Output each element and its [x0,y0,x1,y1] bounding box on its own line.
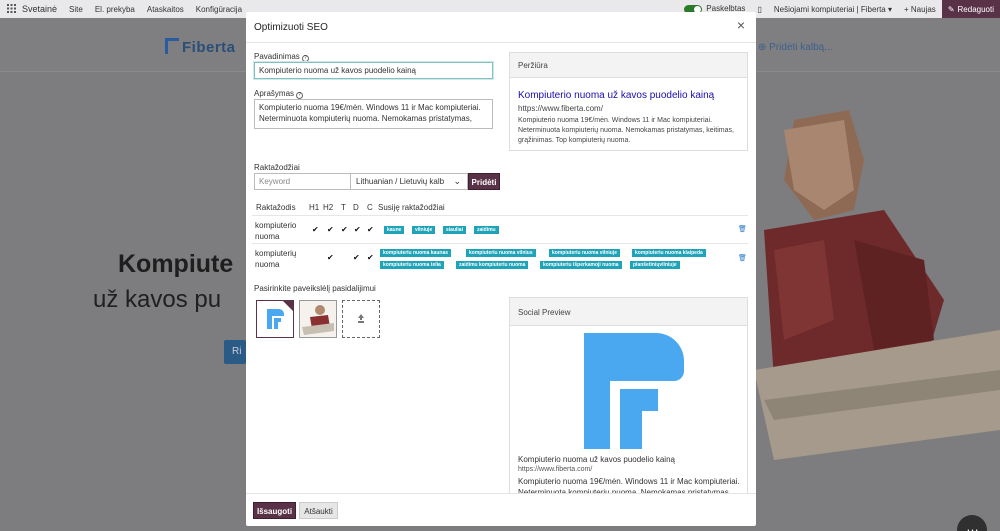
hero-subheading: už kavos pu [93,286,222,313]
save-button[interactable]: Išsaugoti [253,502,296,519]
related-tag[interactable]: siauliai [443,226,466,234]
check-icon: ✔ [367,253,374,262]
related-tag[interactable]: kompiuteriu nuoma kaunas [380,249,452,257]
related-tag[interactable]: vilniuje [412,226,436,234]
check-icon: ✔ [367,225,374,234]
check-icon: ✔ [327,253,334,262]
language-select-value: Lithuanian / Lietuvių kalb [356,177,445,186]
col-c: C [367,203,373,212]
check-icon: ✔ [354,225,361,234]
add-language-label: Pridėti kalbą... [769,42,833,53]
check-icon: ✔ [341,225,348,234]
modal-footer: Išsaugoti Atšaukti [246,493,756,526]
divider [252,215,748,216]
related-tag[interactable]: zaidimu kompiuteriu nuoma [456,261,529,269]
related-tag[interactable]: kompiuteriu nuoma vilnius [466,249,536,257]
related-tag[interactable]: kompiuteriu nuoma telia [380,261,444,269]
preview-url: https://www.fiberta.com/ [518,104,603,113]
nav-config[interactable]: Konfigūracija [190,5,248,14]
hero-illustration [754,110,1000,460]
edit-label: Redaguoti [957,4,994,14]
help-icon[interactable]: ? [296,92,304,99]
nav-site[interactable]: Site [63,5,89,14]
keyword-cell: kompiuterio nuoma [255,221,297,241]
fiberta-logo-icon [165,38,179,54]
new-label: Naujas [910,4,936,14]
keyword-input[interactable] [254,173,350,190]
edit-button[interactable]: ✎ Redaguoti [941,0,1000,18]
related-tag[interactable]: kompiuteriu išperkamoji nuoma [540,261,622,269]
help-icon[interactable]: ? [301,55,309,62]
image-option-photo[interactable] [299,300,337,338]
name-label: Pavadinimas? [254,52,309,62]
website-logo: Fiberta [165,38,236,56]
hero-button[interactable]: Ri [224,340,246,364]
preview-header: Peržiūra [510,53,747,78]
apps-icon[interactable] [0,3,22,15]
nav-eshop[interactable]: El. prekyba [89,5,141,14]
hero-heading: Kompiute [118,250,234,278]
add-language-link[interactable]: ⊕ Pridėti kalbą... [758,42,833,53]
col-h2: H2 [323,203,334,212]
preview-title: Kompiuterio nuoma už kavos puodelio kain… [518,90,715,101]
image-option-logo[interactable] [256,300,294,338]
col-d: D [353,203,359,212]
name-input[interactable] [254,62,493,79]
related-tag[interactable]: kompiuteriu nuoma vilniuje [549,249,621,257]
keyword-cell: kompiuterių nuoma [255,249,297,269]
related-tag[interactable]: planšetiniųvilniuje [630,261,680,269]
col-h1: H1 [309,203,320,212]
col-related: Susiję raktažodžiai [378,203,445,212]
modal-header: Optimizuoti SEO × [246,12,756,43]
related-tag[interactable]: kompiuteriu nuoma klaipeda [632,249,706,257]
trash-icon[interactable]: 🗑 [738,255,747,262]
keywords-label: Raktažodžiai [254,163,300,172]
check-icon: ✔ [353,253,360,262]
page-selector-label: Nešiojami kompiuteriai | Fiberta [773,4,886,14]
description-textarea[interactable]: Kompiuterio nuoma 19€/mėn. Windows 11 ir… [254,99,493,129]
add-keyword-button[interactable]: Pridėti [468,173,500,190]
page-selector[interactable]: Nešiojami kompiuteriai | Fiberta ▾ [768,5,898,14]
chevron-down-icon: ⌄ [453,176,461,186]
col-t: T [341,203,346,212]
preview-description: Kompiuterio nuoma 19€/mėn. Windows 11 ir… [518,117,734,144]
photo-thumbnail [300,301,336,337]
description-label: Aprašymas? [254,89,304,99]
social-preview-title: Kompiuterio nuoma už kavos puodelio kain… [518,455,675,464]
social-preview-description: Kompiuterio nuoma 19€/mėn. Windows 11 ir… [518,477,740,493]
related-tag[interactable]: kaune [384,226,405,234]
selected-check-icon [283,301,293,311]
seo-modal: Optimizuoti SEO × Pavadinimas? Aprašymas… [246,12,756,526]
image-picker-label: Pasirinkite paveikslėlį pasidalijimui [254,284,376,293]
check-icon: ✔ [327,225,334,234]
related-tag[interactable]: zaidimu [474,226,499,234]
social-preview-panel: Social Preview Kompiuterio nuoma už kavo… [509,297,748,493]
description-label-text: Aprašymas [254,89,295,98]
upload-icon [358,314,364,323]
divider [252,243,748,244]
logo-text: Fiberta [182,39,236,56]
close-icon[interactable]: × [734,18,748,32]
nav-reports[interactable]: Ataskaitos [141,5,190,14]
name-label-text: Pavadinimas [254,52,300,61]
cancel-button[interactable]: Atšaukti [299,502,338,519]
col-keyword: Raktažodis [256,203,296,212]
new-button[interactable]: + Naujas [898,5,942,14]
language-select[interactable]: Lithuanian / Lietuvių kalb ⌄ [350,173,468,190]
search-preview-panel: Peržiūra Kompiuterio nuoma už kavos puod… [509,52,748,151]
fiberta-logo-icon [584,333,684,449]
upload-image-button[interactable] [342,300,380,338]
trash-icon[interactable]: 🗑 [738,226,747,233]
social-preview-url: https://www.fiberta.com/ [518,466,593,473]
modal-body: Pavadinimas? Aprašymas? Kompiuterio nuom… [246,43,756,493]
social-preview-header: Social Preview [510,298,747,326]
check-icon: ✔ [312,225,319,234]
brand-label[interactable]: Svetainė [22,4,63,14]
modal-title: Optimizuoti SEO [254,22,328,33]
chat-bubble-icon[interactable] [957,515,987,531]
